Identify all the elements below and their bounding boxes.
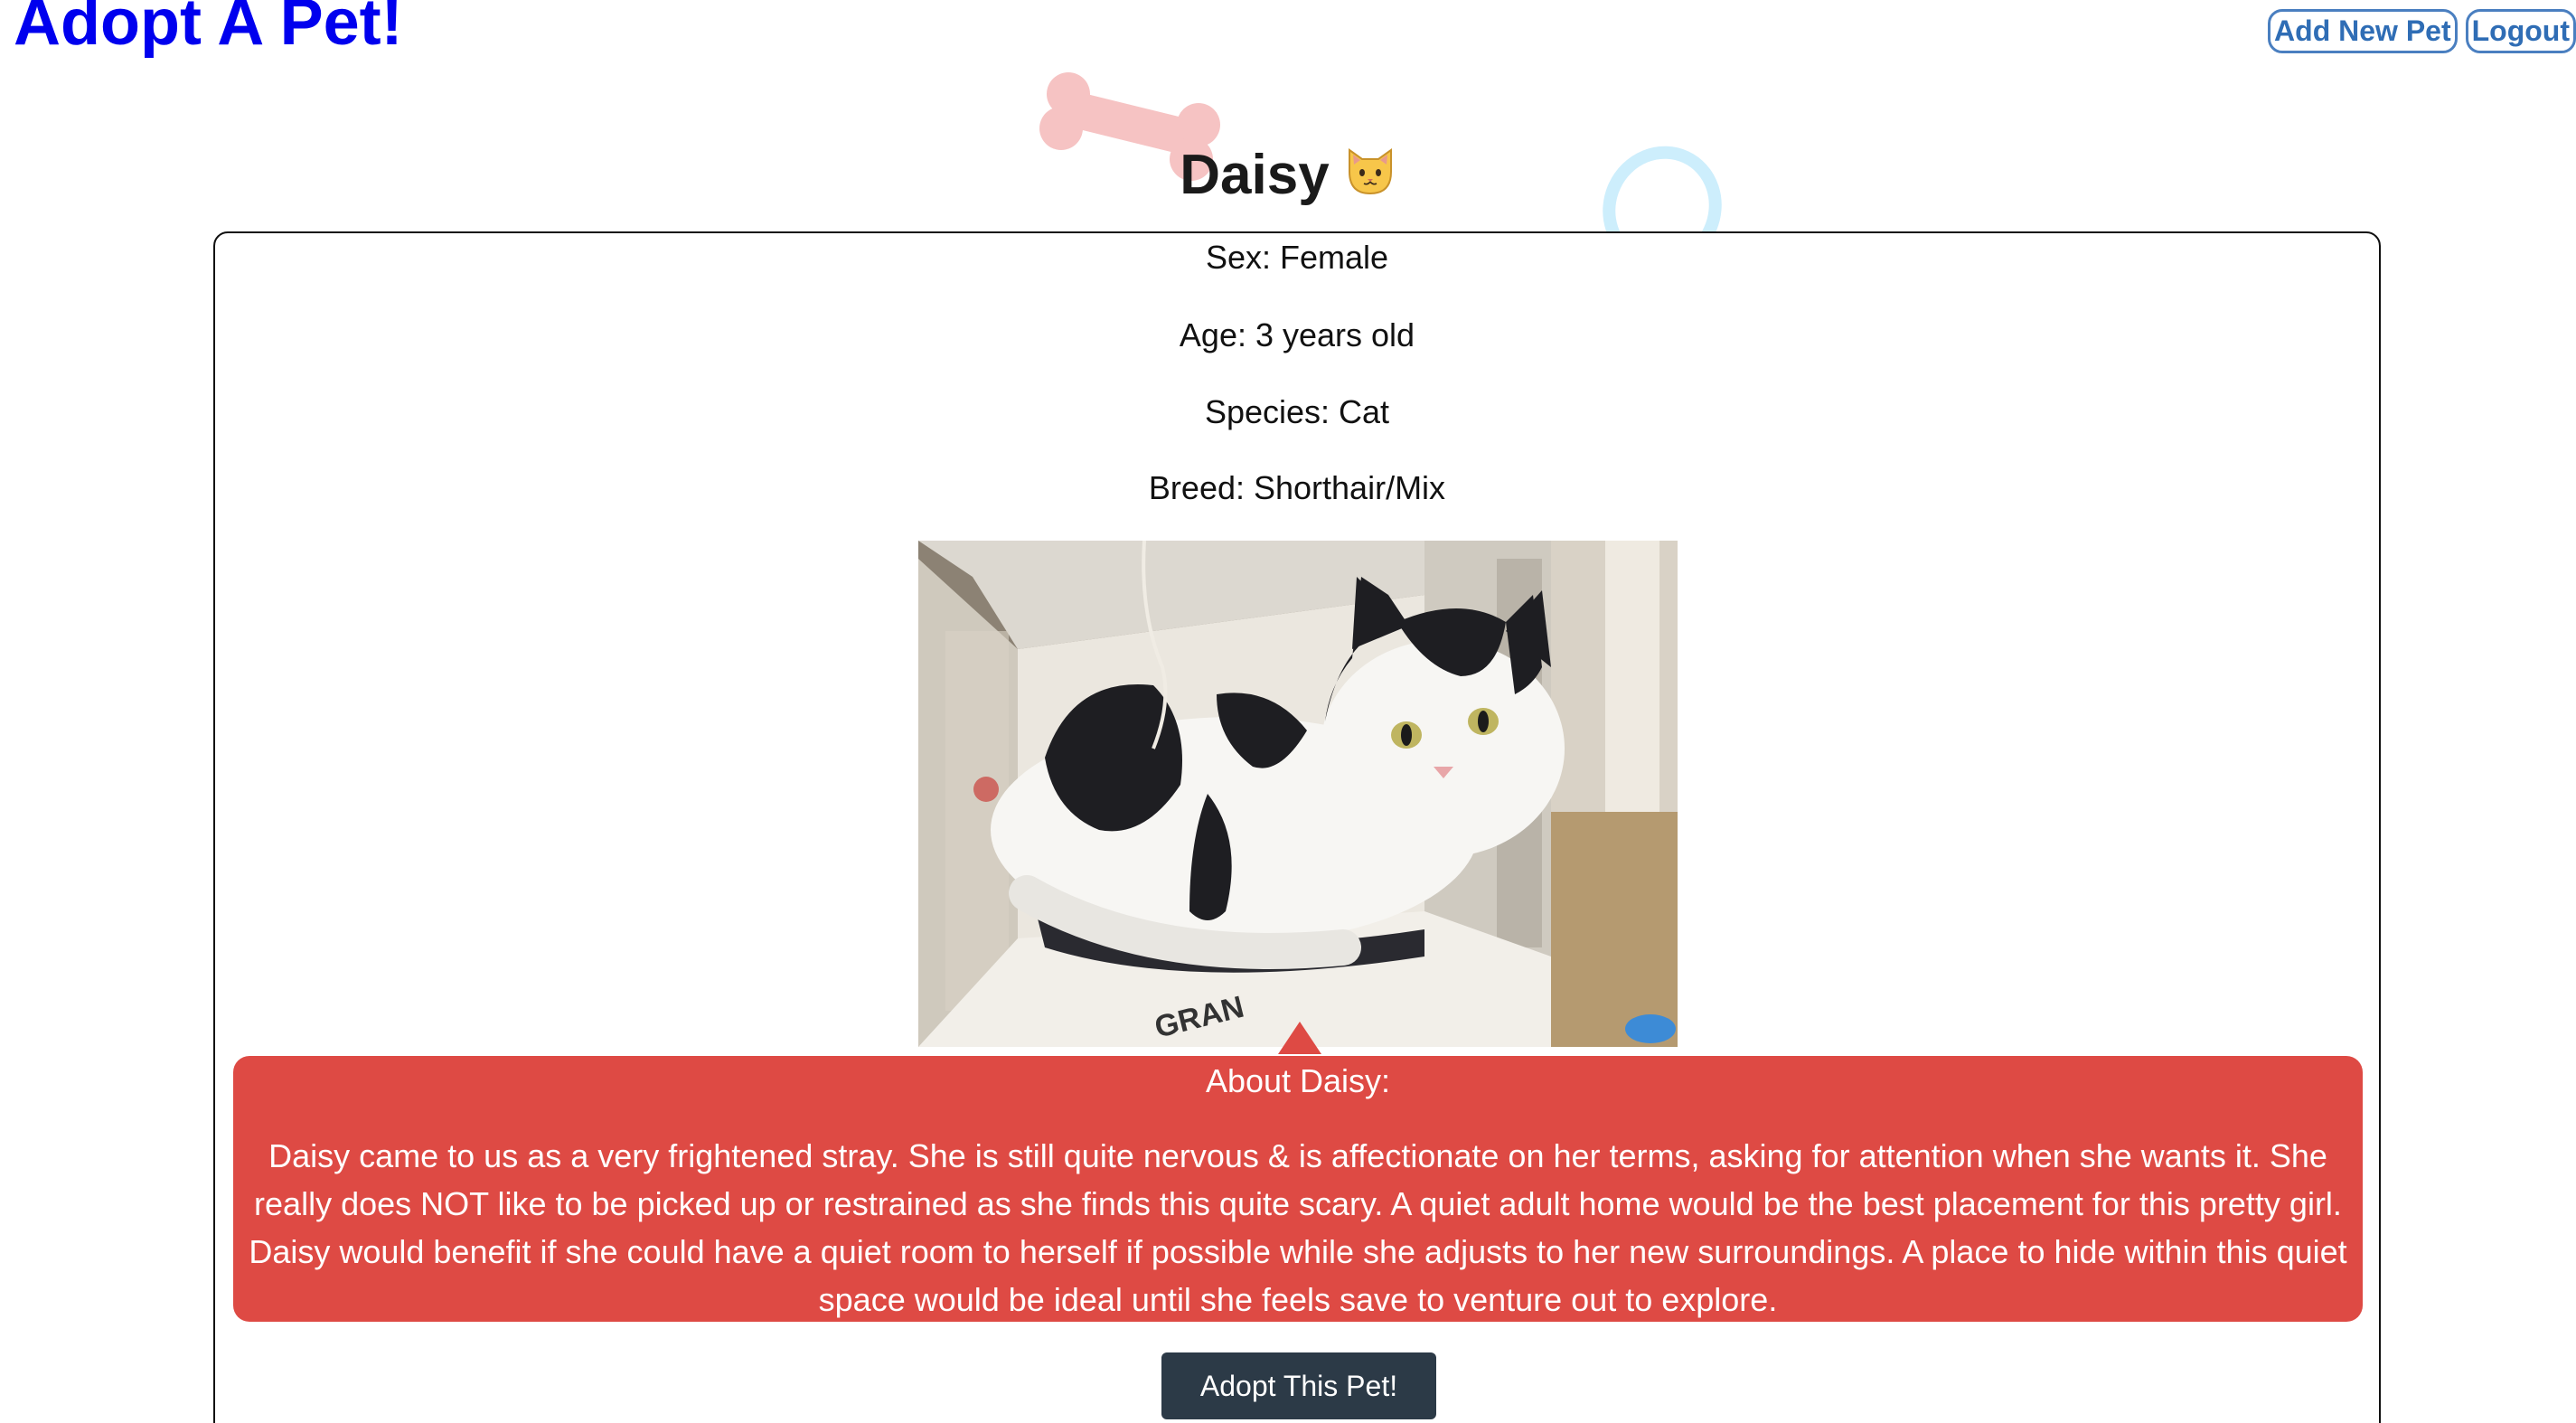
pet-species: Species: Cat: [1204, 393, 1390, 430]
pet-photo: GRAN: [918, 541, 1678, 1047]
about-section: About Daisy: Daisy came to us as a very …: [233, 1056, 2363, 1322]
pet-breed: Breed: Shorthair/Mix: [1148, 469, 1446, 506]
page: Adopt A Pet! Add New Pet Logout Daisy Se…: [0, 0, 2576, 1423]
pet-age: Age: 3 years old: [1179, 316, 1415, 353]
cat-face-icon: [1344, 145, 1396, 210]
about-pointer: [1278, 1022, 1321, 1054]
add-new-pet-button[interactable]: Add New Pet: [2268, 9, 2458, 54]
pet-sex: Sex: Female: [1205, 239, 1389, 276]
pet-name: Daisy: [1180, 144, 1330, 206]
about-description: Daisy came to us as a very frightened st…: [249, 1137, 2347, 1319]
pet-title: Daisy: [0, 144, 2576, 210]
logout-button[interactable]: Logout: [2465, 9, 2576, 54]
top-nav: Add New Pet Logout: [2268, 9, 2576, 54]
about-heading: About Daisy:: [1205, 1062, 1391, 1099]
brand-link[interactable]: Adopt A Pet!: [14, 0, 403, 59]
adopt-button[interactable]: Adopt This Pet!: [1161, 1352, 1436, 1419]
pet-details-card: Sex: Female Age: 3 years old Species: Ca…: [213, 231, 2381, 1423]
